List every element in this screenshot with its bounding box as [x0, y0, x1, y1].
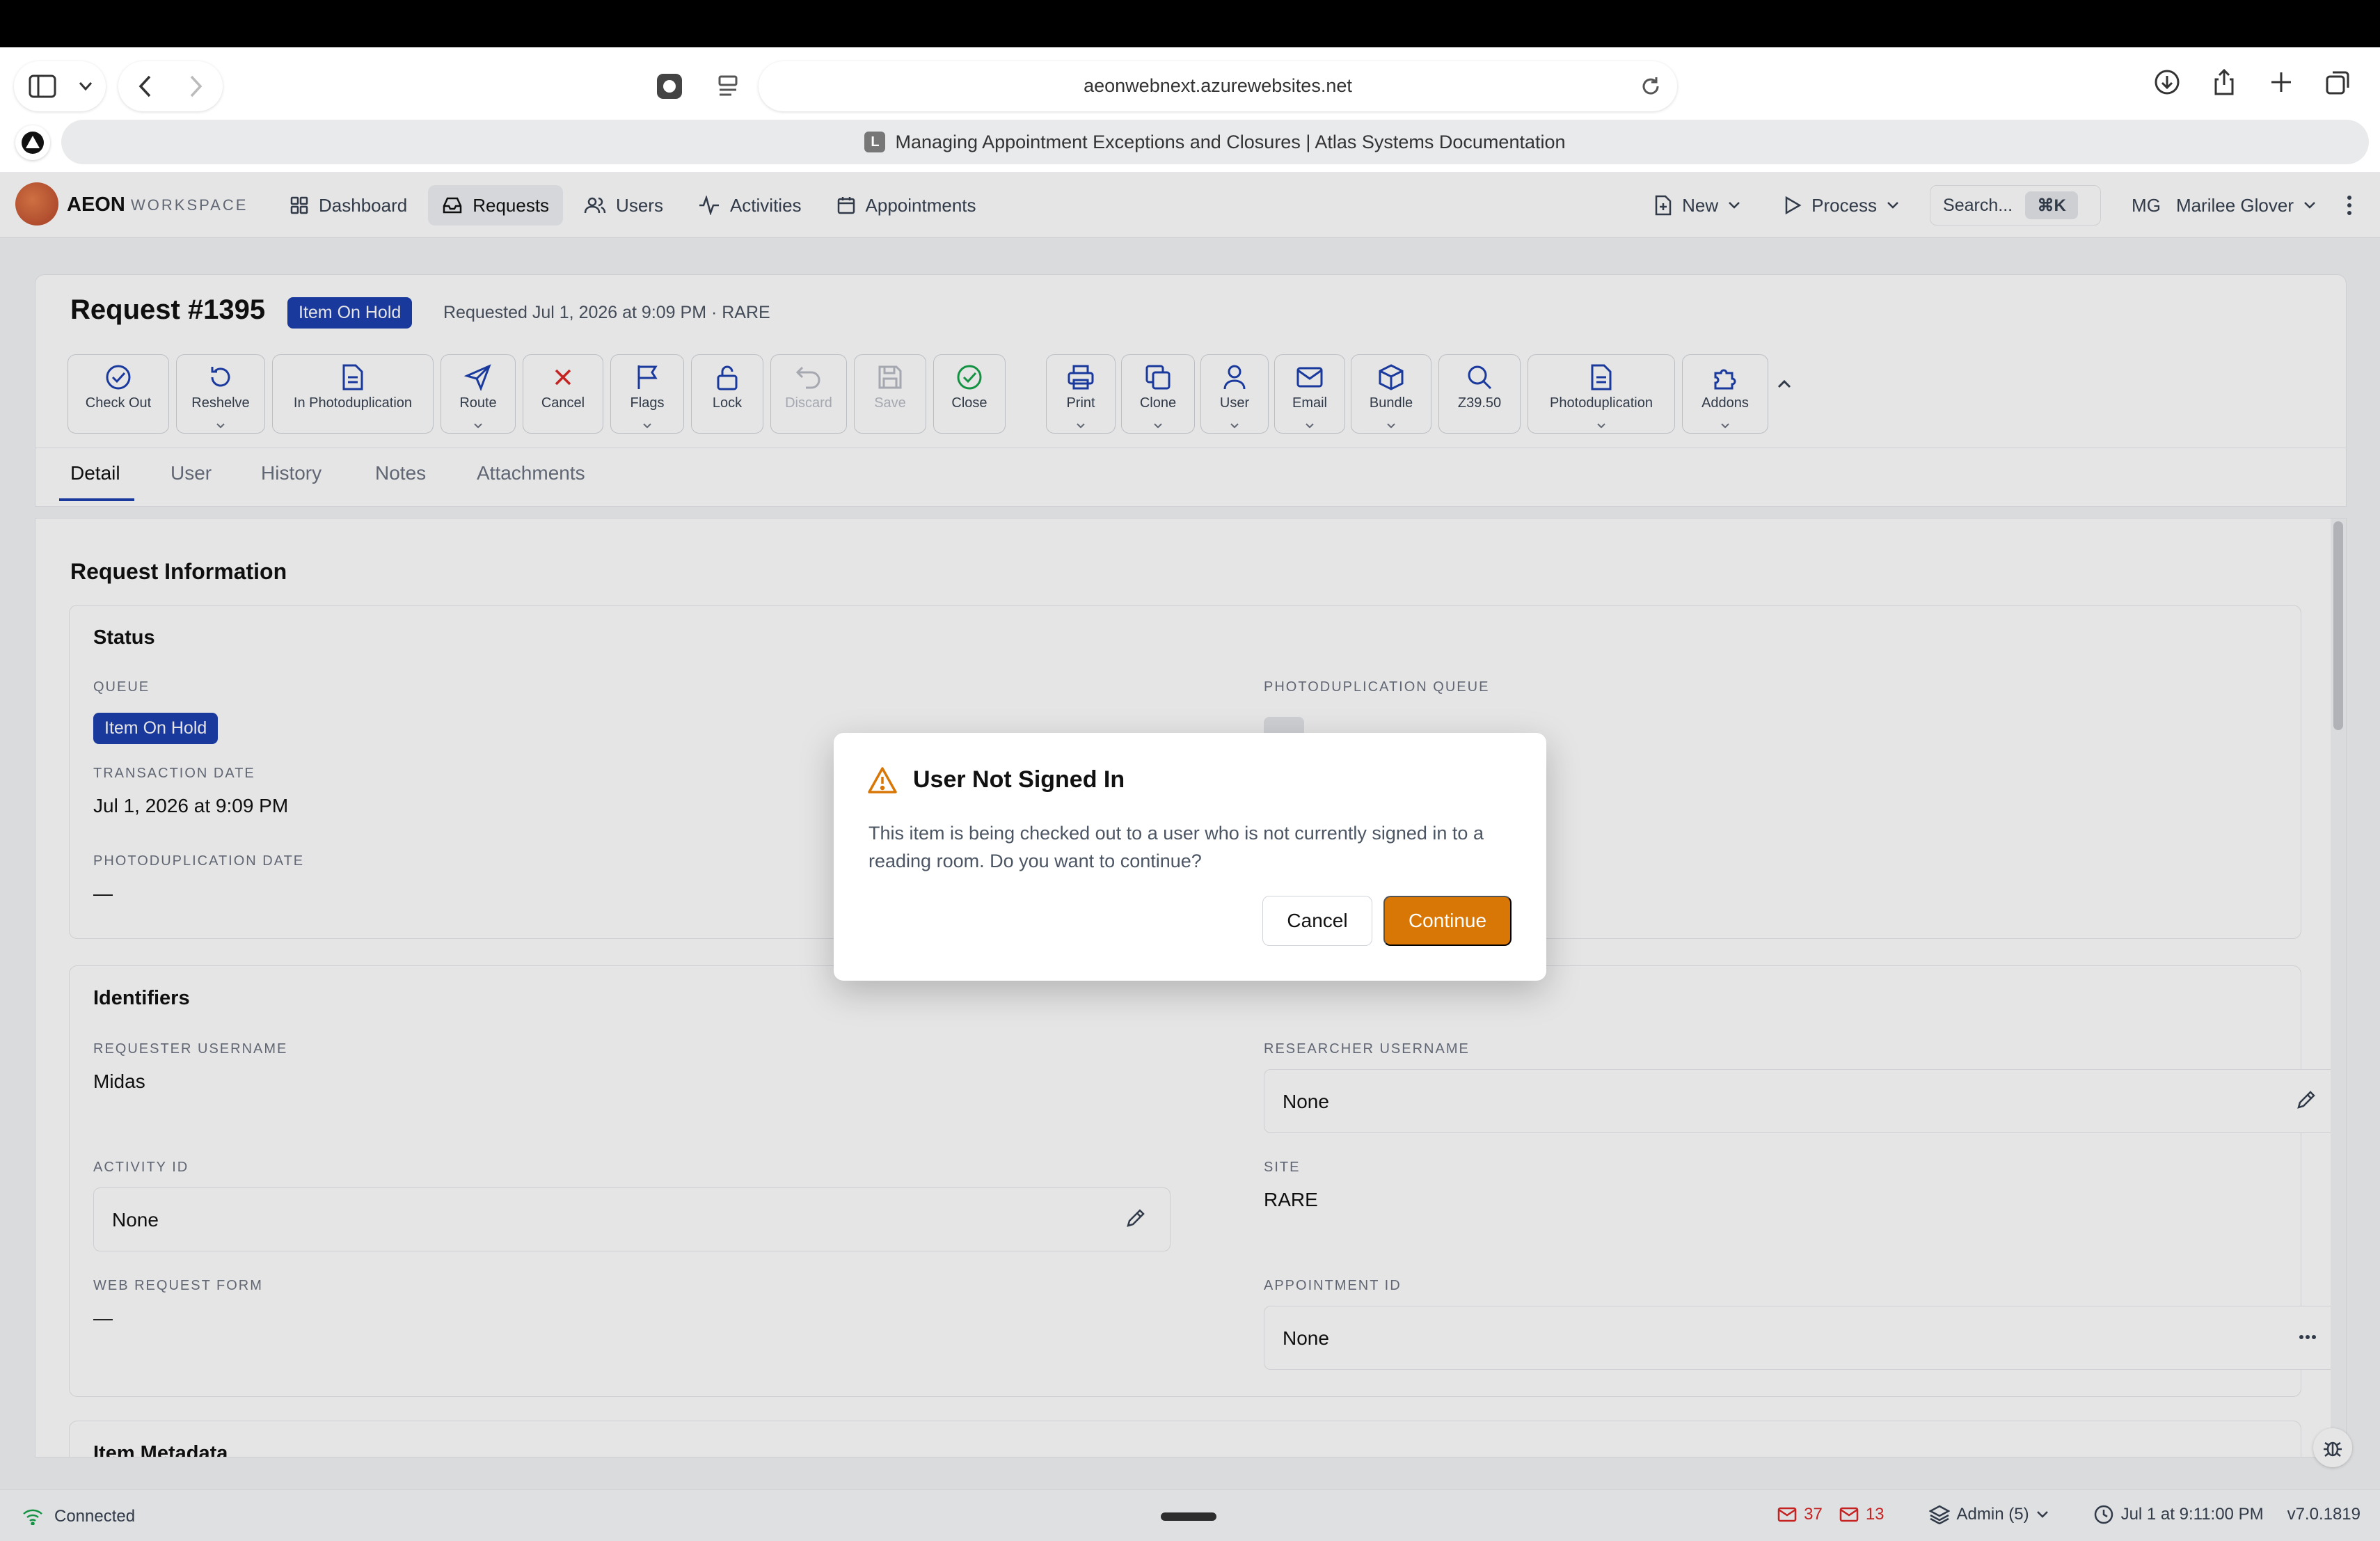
browser-chrome: aeonwebnext.azurewebsites.net L Managing…: [0, 47, 2380, 173]
dialog-cancel-button[interactable]: Cancel: [1262, 896, 1372, 946]
history-nav: [118, 61, 223, 111]
dialog-continue-button[interactable]: Continue: [1383, 896, 1512, 946]
favicon-icon: L: [864, 132, 886, 152]
share-icon[interactable]: [2210, 68, 2238, 96]
address-bar[interactable]: aeonwebnext.azurewebsites.net: [759, 61, 1677, 111]
warning-icon: [867, 766, 898, 794]
system-top-bar: [0, 0, 2380, 47]
reader-button[interactable]: [706, 61, 750, 111]
reader-icon: [716, 74, 740, 98]
user-not-signed-in-dialog: User Not Signed In This item is being ch…: [834, 733, 1546, 981]
download-icon[interactable]: [2153, 68, 2181, 96]
browser-tab[interactable]: L Managing Appointment Exceptions and Cl…: [61, 120, 2369, 164]
browser-actions: [2153, 68, 2352, 96]
extension-icon: [21, 131, 45, 155]
sidebar-toggle[interactable]: [14, 61, 106, 111]
forward-icon[interactable]: [181, 71, 212, 102]
url-text: aeonwebnext.azurewebsites.net: [1084, 75, 1352, 96]
reload-icon[interactable]: [1640, 75, 1662, 97]
privacy-report-button[interactable]: [647, 61, 692, 111]
record-icon: [656, 72, 683, 100]
dialog-message: This item is being checked out to a user…: [868, 823, 1484, 871]
tab-title: Managing Appointment Exceptions and Clos…: [895, 131, 1566, 152]
extension-button[interactable]: [15, 125, 50, 160]
back-icon[interactable]: [129, 71, 160, 102]
sidebar-icon: [27, 71, 58, 102]
chevron-down-icon: [79, 81, 93, 91]
new-tab-icon[interactable]: [2267, 68, 2295, 96]
dialog-title: User Not Signed In: [913, 766, 1125, 793]
tab-overview-icon[interactable]: [2324, 68, 2352, 96]
